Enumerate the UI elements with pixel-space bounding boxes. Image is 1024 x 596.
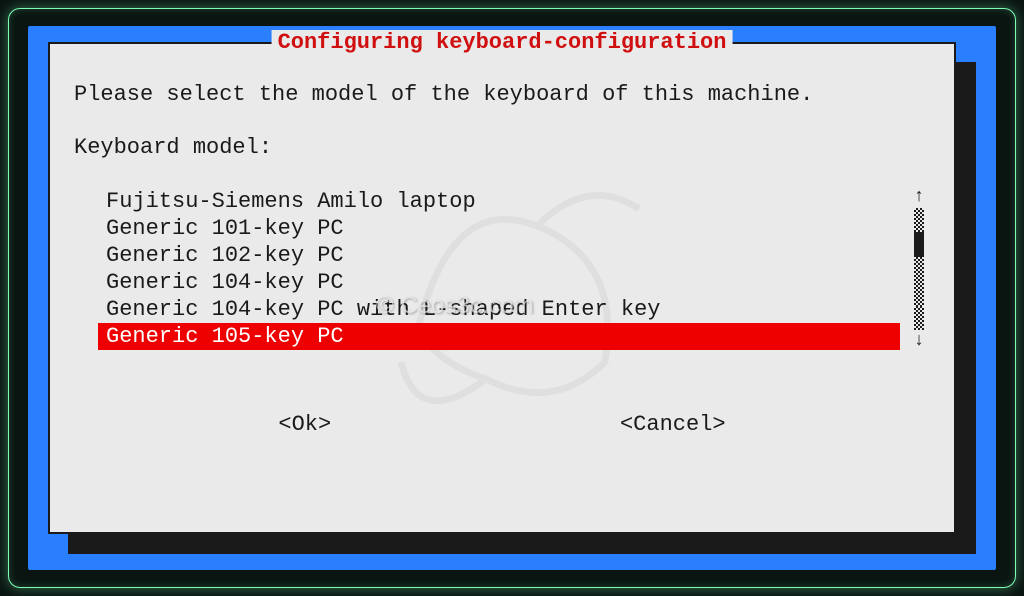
list-item[interactable]: Generic 105-key PC [98,323,900,350]
scroll-down-icon[interactable]: ↓ [914,332,925,350]
cancel-button[interactable]: <Cancel> [620,412,726,437]
list-item[interactable]: Generic 102-key PC [98,242,900,269]
list-item[interactable]: Generic 104-key PC with L-shaped Enter k… [98,296,900,323]
ok-button[interactable]: <Ok> [278,412,331,437]
list-item[interactable]: Generic 101-key PC [98,215,900,242]
list-item[interactable]: Generic 104-key PC [98,269,900,296]
button-row: <Ok> <Cancel> [74,412,930,437]
scroll-up-icon[interactable]: ↑ [914,188,925,206]
config-dialog: Configuring keyboard-configuration Pleas… [48,42,956,534]
scroll-track[interactable] [914,208,924,330]
instruction-text: Please select the model of the keyboard … [74,82,930,107]
keyboard-model-list[interactable]: Fujitsu-Siemens Amilo laptop Generic 101… [98,188,900,350]
field-label: Keyboard model: [74,135,930,160]
scroll-thumb[interactable] [914,232,924,256]
dialog-title: Configuring keyboard-configuration [272,30,733,55]
list-item[interactable]: Fujitsu-Siemens Amilo laptop [98,188,900,215]
list-scrollbar[interactable]: ↑ ↓ [912,188,926,350]
